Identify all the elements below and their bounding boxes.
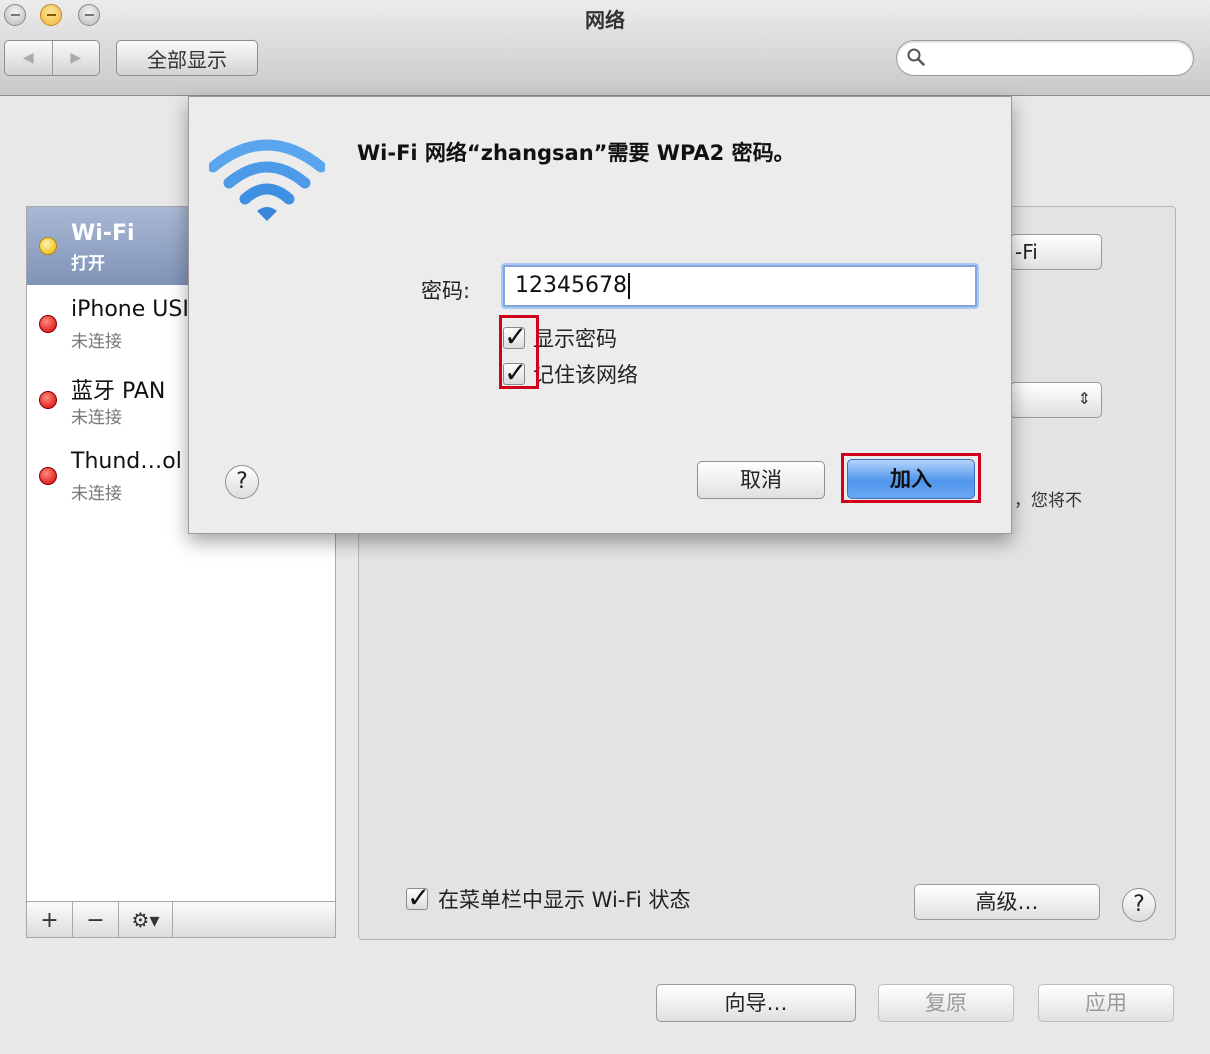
show-wifi-status-checkbox[interactable]: ✓ (406, 881, 430, 914)
gear-icon[interactable]: ⚙▾ (119, 902, 173, 938)
service-name: iPhone USI (71, 297, 189, 322)
checkbox-highlight-box (499, 315, 539, 389)
service-list-toolbar: + − ⚙▾ (27, 901, 335, 938)
help-button[interactable]: ? (1122, 888, 1156, 922)
window-title: 网络 (585, 8, 625, 32)
status-dot-icon (39, 237, 57, 255)
service-status: 打开 (71, 254, 105, 274)
remove-service-button[interactable]: − (73, 902, 119, 938)
revert-button[interactable]: 复原 (878, 984, 1014, 1022)
back-forward-control: ◀ ▶ (4, 40, 100, 76)
cancel-button[interactable]: 取消 (697, 461, 825, 499)
turn-wifi-button[interactable]: -Fi (1010, 234, 1102, 270)
add-service-button[interactable]: + (27, 902, 73, 938)
service-status: 未连接 (71, 408, 122, 428)
service-name: Thund…ol (71, 449, 182, 474)
forward-button[interactable]: ▶ (53, 41, 100, 75)
show-all-button[interactable]: 全部显示 (116, 40, 258, 76)
service-status: 未连接 (71, 484, 122, 504)
show-password-label: 显示密码 (533, 327, 617, 351)
window-toolbar: 网络 ◀ ▶ 全部显示 (0, 0, 1210, 96)
status-dot-icon (39, 315, 57, 333)
password-value: 12345678 (515, 273, 627, 298)
assist-me-button[interactable]: 向导… (656, 984, 856, 1022)
apply-button[interactable]: 应用 (1038, 984, 1174, 1022)
text-caret (627, 273, 630, 299)
service-status: 未连接 (71, 332, 122, 352)
search-icon (907, 48, 925, 66)
search-field[interactable] (896, 40, 1194, 76)
remember-network-label: 记住该网络 (533, 363, 638, 387)
back-button[interactable]: ◀ (5, 41, 53, 75)
join-highlight-box (841, 453, 981, 503)
service-name: Wi-Fi (71, 221, 135, 246)
password-label: 密码: (421, 279, 471, 303)
service-name: 蓝牙 PAN (71, 379, 166, 404)
wifi-password-dialog: Wi-Fi 网络“zhangsan”需要 WPA2 密码。 密码: 123456… (188, 96, 1012, 534)
status-dot-icon (39, 467, 57, 485)
dialog-title: Wi-Fi 网络“zhangsan”需要 WPA2 密码。 (357, 141, 795, 165)
select-arrows-icon: ⇕ (1077, 389, 1091, 408)
network-name-select[interactable]: ⇕ (1010, 382, 1102, 418)
ask-join-note: ，您将不 (1014, 491, 1082, 511)
show-wifi-status-option[interactable]: ✓ 在菜单栏中显示 Wi-Fi 状态 (406, 881, 691, 914)
wifi-icon (209, 139, 325, 221)
checkmark-icon: ✓ (407, 881, 431, 914)
dialog-help-button[interactable]: ? (225, 465, 259, 499)
show-wifi-status-label: 在菜单栏中显示 Wi-Fi 状态 (438, 888, 691, 912)
status-dot-icon (39, 391, 57, 409)
password-field[interactable]: 12345678 (503, 265, 977, 307)
advanced-button[interactable]: 高级… (914, 884, 1100, 920)
